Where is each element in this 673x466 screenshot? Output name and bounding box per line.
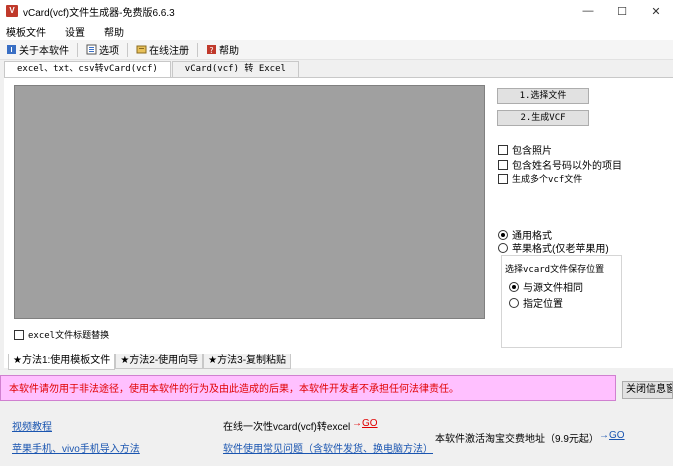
apple-format-label: 苹果格式(仅老苹果用) (512, 244, 609, 255)
tab-method-paste[interactable]: ★方法3-复制粘贴 (203, 354, 292, 369)
menu-bar: 模板文件 设置 帮助 (0, 22, 673, 40)
toolbar-separator (77, 42, 78, 57)
info-icon (6, 44, 17, 55)
app-icon: V (6, 5, 18, 17)
excel-header-replace-label: excel文件标题替换 (28, 331, 110, 341)
checkbox-box[interactable] (498, 173, 508, 184)
register-button[interactable]: 在线注册 (136, 42, 189, 57)
checkbox-box[interactable] (498, 144, 508, 155)
about-label: 关于本软件 (19, 46, 69, 57)
radio-dot[interactable] (509, 281, 519, 292)
svg-text:?: ? (209, 46, 213, 55)
include-other-checkbox[interactable]: 包含姓名号码以外的项目 (498, 157, 622, 172)
radio-dot[interactable] (509, 297, 519, 308)
options-button[interactable]: 选项 (86, 42, 119, 57)
save-location-title: 选择vcard文件保存位置 (505, 262, 605, 275)
checkbox-box[interactable] (498, 159, 508, 170)
list-icon (86, 44, 97, 55)
warning-bar: 本软件请勿用于非法途径，使用本软件的行为及由此造成的后果，本软件开发者不承担任何… (0, 375, 616, 401)
help-label: 帮助 (219, 46, 239, 57)
tab-excel-to-vcard[interactable]: excel、txt、csv转vCard(vcf) (4, 61, 171, 78)
taobao-go-link[interactable]: →GO (599, 430, 625, 441)
multiple-vcf-label: 生成多个vcf文件 (512, 175, 583, 185)
radio-dot[interactable] (498, 242, 508, 253)
top-tab-strip: excel、txt、csv转vCard(vcf) vCard(vcf) 转 Ex… (4, 61, 300, 78)
tab-method-wizard[interactable]: ★方法2-使用向导 (115, 354, 204, 369)
select-file-button[interactable]: 1.选择文件 (497, 88, 589, 104)
faq-link[interactable]: 软件使用常见问题（含软件发货、换电脑方法） (223, 440, 433, 455)
file-preview-area[interactable] (14, 85, 485, 319)
video-tutorial-link[interactable]: 视频教程 (12, 418, 52, 433)
checkbox-box[interactable] (14, 329, 24, 340)
generate-vcf-button[interactable]: 2.生成VCF (497, 110, 589, 126)
register-label: 在线注册 (149, 46, 189, 57)
register-icon (136, 44, 147, 55)
maximize-icon[interactable]: ☐ (605, 0, 639, 22)
same-as-source-radio[interactable]: 与源文件相同 (509, 279, 583, 294)
help-button[interactable]: ? 帮助 (206, 42, 239, 57)
toolbar-separator (127, 42, 128, 57)
include-photo-checkbox[interactable]: 包含照片 (498, 142, 552, 157)
taobao-text: 本软件激活淘宝交费地址（9.9元起） (435, 434, 599, 445)
excel-header-replace-checkbox[interactable]: excel文件标题替换 (14, 328, 109, 341)
menu-settings[interactable]: 设置 (65, 24, 85, 39)
tab-method-template[interactable]: ★方法1:使用模板文件 (8, 354, 116, 370)
tab-vcard-to-excel[interactable]: vCard(vcf) 转 Excel (171, 61, 299, 77)
toolbar: 关于本软件 选项 在线注册 ? 帮助 (0, 40, 673, 60)
go-label: GO (362, 418, 378, 429)
minimize-icon[interactable]: — (571, 0, 605, 22)
include-photo-label: 包含照片 (512, 146, 552, 157)
help-icon: ? (206, 44, 217, 55)
include-other-label: 包含姓名号码以外的项目 (512, 161, 622, 172)
go-label: GO (609, 430, 625, 441)
phone-import-link[interactable]: 苹果手机、vivo手机导入方法 (12, 440, 140, 455)
close-info-button[interactable]: 关闭信息窗 (622, 381, 673, 399)
close-icon[interactable]: ✕ (639, 0, 673, 22)
radio-dot[interactable] (498, 229, 508, 240)
multiple-vcf-checkbox[interactable]: 生成多个vcf文件 (498, 172, 582, 185)
specified-location-label: 指定位置 (523, 299, 563, 310)
app-window: V vCard(vcf)文件生成器-免费版6.6.3 — ☐ ✕ 模板文件 设置… (0, 0, 673, 466)
warning-text: 本软件请勿用于非法途径，使用本软件的行为及由此造成的后果，本软件开发者不承担任何… (9, 384, 459, 395)
go-arrow: → (599, 430, 609, 441)
toolbar-separator (197, 42, 198, 57)
same-as-source-label: 与源文件相同 (523, 283, 583, 294)
online-convert-text: 在线一次性vcard(vcf)转excel (223, 422, 351, 433)
title-bar: V vCard(vcf)文件生成器-免费版6.6.3 — ☐ ✕ (0, 0, 673, 22)
window-controls: — ☐ ✕ (571, 0, 673, 22)
about-button[interactable]: 关于本软件 (6, 42, 69, 57)
menu-help[interactable]: 帮助 (104, 24, 124, 39)
menu-template-file[interactable]: 模板文件 (6, 24, 46, 39)
apple-format-radio[interactable]: 苹果格式(仅老苹果用) (498, 240, 609, 255)
method-tab-strip: ★方法1:使用模板文件 ★方法2-使用向导 ★方法3-复制粘贴 (8, 354, 292, 370)
go-arrow: → (352, 418, 362, 429)
window-title: vCard(vcf)文件生成器-免费版6.6.3 (23, 7, 175, 19)
options-label: 选项 (99, 46, 119, 57)
specified-location-radio[interactable]: 指定位置 (509, 295, 563, 310)
online-convert-go-link[interactable]: →GO (352, 418, 378, 429)
